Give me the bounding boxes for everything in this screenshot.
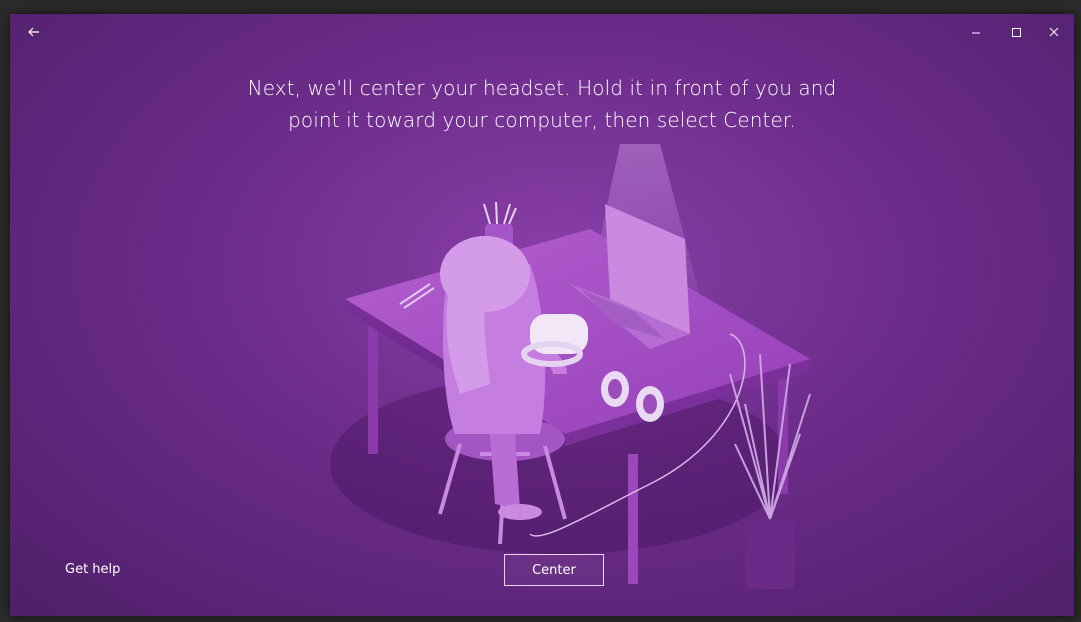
close-button[interactable] xyxy=(1042,22,1066,42)
instruction-text: Next, we'll center your headset. Hold it… xyxy=(10,72,1074,136)
title-bar xyxy=(10,14,1074,50)
setup-window: Next, we'll center your headset. Hold it… xyxy=(10,14,1074,616)
minimize-button[interactable] xyxy=(964,22,988,42)
headset-setup-illustration xyxy=(330,144,811,589)
center-button[interactable]: Center xyxy=(504,554,604,586)
minimize-icon xyxy=(972,32,980,34)
close-icon xyxy=(1049,27,1059,37)
instruction-line-2: point it toward your computer, then sele… xyxy=(288,108,796,132)
back-arrow-icon xyxy=(28,27,39,37)
maximize-button[interactable] xyxy=(1004,22,1028,42)
get-help-link[interactable]: Get help xyxy=(65,562,120,577)
back-button[interactable] xyxy=(22,22,46,42)
instruction-line-1: Next, we'll center your headset. Hold it… xyxy=(247,76,837,100)
maximize-icon xyxy=(1012,28,1021,37)
